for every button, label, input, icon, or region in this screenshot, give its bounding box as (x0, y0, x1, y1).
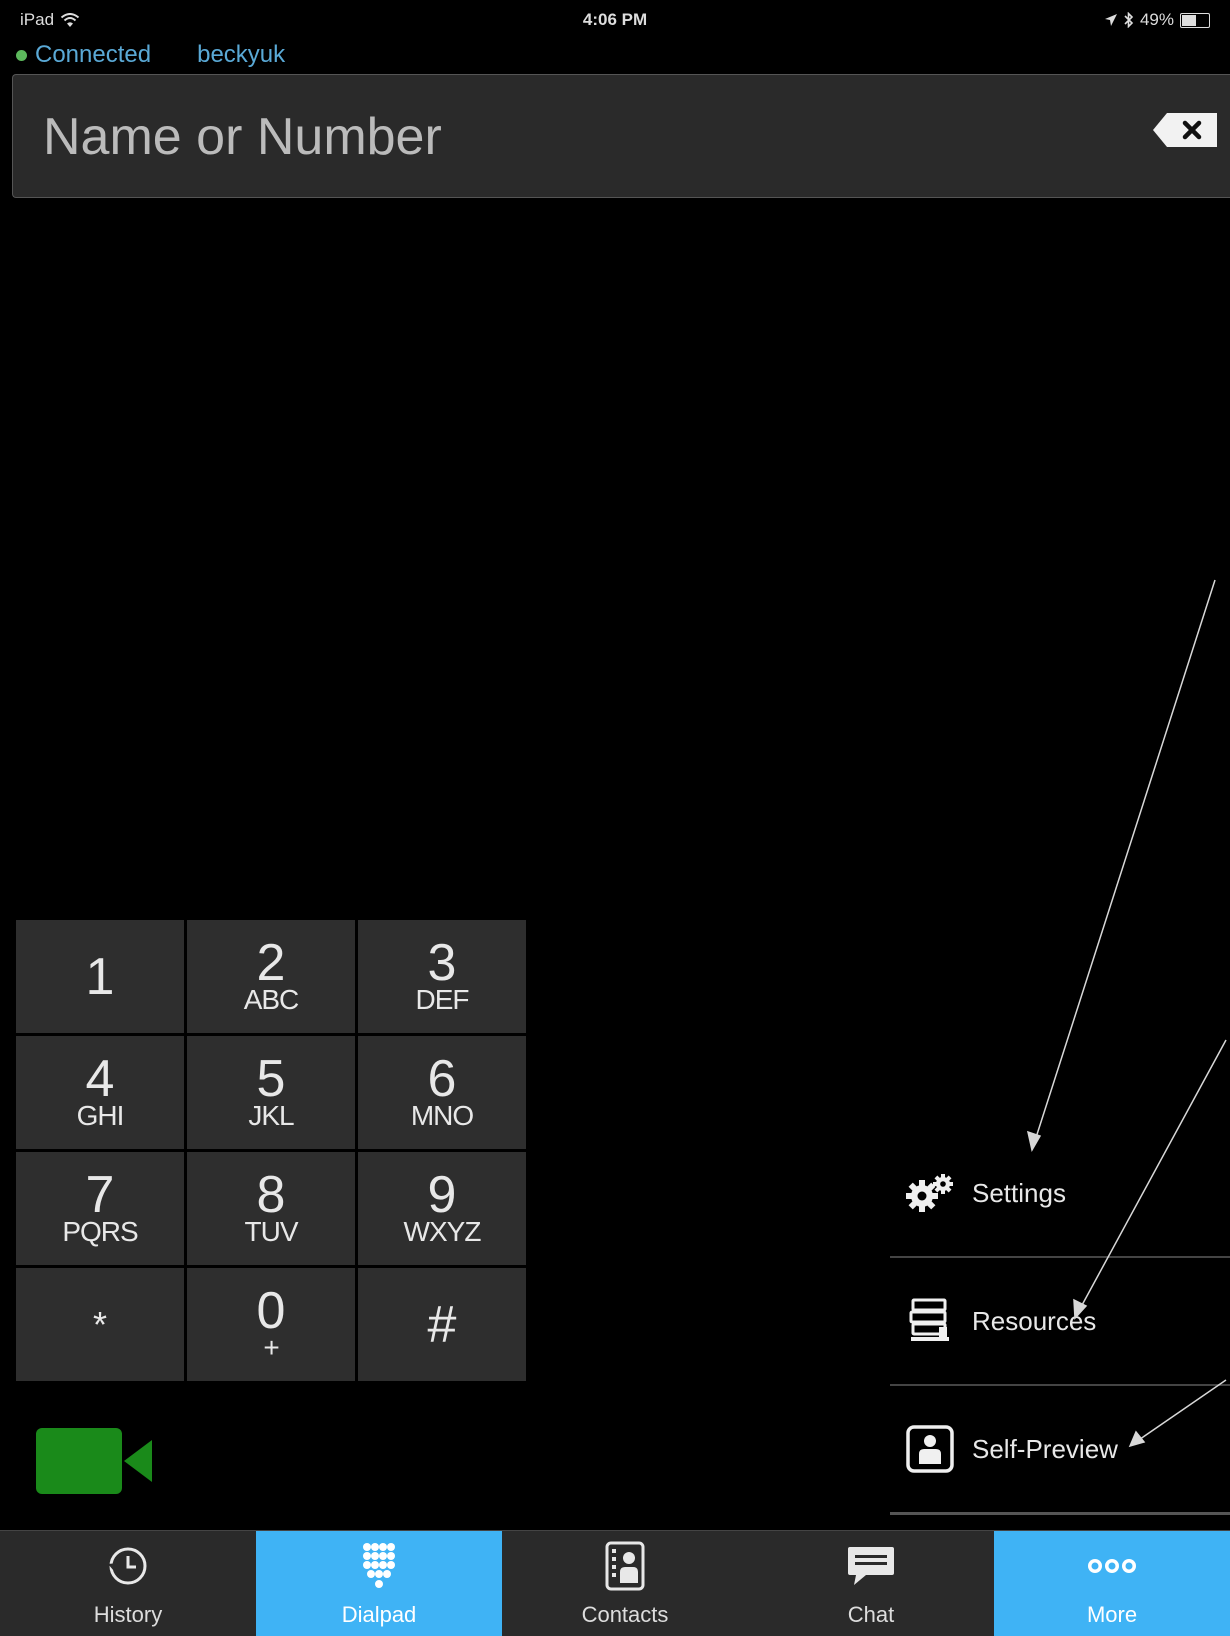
key-digit: 8 (256, 1165, 286, 1224)
key-digit: 7 (85, 1165, 115, 1224)
key-digit: 9 (427, 1165, 457, 1224)
key-digit: 3 (427, 933, 457, 992)
key-digit: 2 (256, 933, 286, 992)
key-2[interactable]: 2 ABC (187, 920, 355, 1033)
tab-label: History (93, 1601, 163, 1627)
clear-input-icon[interactable] (1153, 113, 1217, 147)
books-icon (902, 1293, 958, 1349)
key-digit: 4 (85, 1049, 115, 1108)
tab-label: Chat (847, 1601, 895, 1627)
connected-status-dot (16, 49, 27, 61)
tab-more[interactable]: More (994, 1531, 1230, 1636)
clock-time: 4:06 PM (582, 10, 648, 29)
chat-icon (846, 1540, 896, 1592)
key-digit: 0 (256, 1281, 286, 1340)
key-7[interactable]: 7 PQRS (16, 1152, 184, 1265)
tab-history[interactable]: History (0, 1531, 256, 1636)
tab-contacts[interactable]: Contacts (502, 1531, 748, 1636)
key-pound[interactable]: # (358, 1268, 526, 1381)
battery-icon (1180, 12, 1210, 28)
gears-icon (902, 1165, 958, 1221)
dialpad-keypad: 1 2 ABC 3 DEF 4 GHI 5 JKL 6 MNO 7 PQRS 8 TUV 9 WXYZ * 0 + # (16, 920, 526, 1381)
username: beckyuk (197, 41, 286, 68)
key-4[interactable]: 4 GHI (16, 1036, 184, 1149)
battery-percent: 49% (1139, 10, 1174, 29)
key-3[interactable]: 3 DEF (358, 920, 526, 1033)
connection-row: Connected beckyuk (16, 38, 285, 72)
key-star[interactable]: * (16, 1268, 184, 1381)
key-5[interactable]: 5 JKL (187, 1036, 355, 1149)
video-call-button[interactable] (36, 1428, 156, 1494)
more-dots-icon (1087, 1540, 1137, 1592)
menu-item-label: Self-Preview (972, 1433, 1118, 1464)
key-letters: DEF (415, 983, 470, 1015)
menu-item-resources[interactable]: Resources (890, 1258, 1230, 1386)
key-digit: 5 (256, 1049, 286, 1108)
key-letters: + (263, 1331, 279, 1363)
key-letters: GHI (76, 1099, 125, 1131)
connection-status: Connected (35, 41, 152, 68)
key-digit: # (427, 1295, 457, 1354)
status-right: 49% (1104, 10, 1210, 30)
tab-dialpad[interactable]: Dialpad (256, 1531, 502, 1636)
dial-search-box (12, 74, 1230, 198)
key-letters: ABC (243, 983, 300, 1015)
location-arrow-icon (1104, 14, 1117, 26)
arrow-to-settings (1031, 579, 1216, 1151)
key-digit: 6 (427, 1049, 457, 1108)
menu-item-label: Settings (972, 1177, 1066, 1208)
menu-item-settings[interactable]: Settings (890, 1130, 1230, 1258)
key-0[interactable]: 0 + (187, 1268, 355, 1381)
self-preview-icon (902, 1421, 958, 1477)
key-letters: PQRS (62, 1215, 138, 1247)
key-9[interactable]: 9 WXYZ (358, 1152, 526, 1265)
bluetooth-icon (1124, 12, 1134, 28)
more-menu: Settings Resources Self-Preview (890, 1130, 1230, 1515)
key-letters: TUV (244, 1215, 299, 1247)
key-6[interactable]: 6 MNO (358, 1036, 526, 1149)
key-letters: MNO (410, 1099, 474, 1131)
menu-item-label: Resources (972, 1305, 1097, 1336)
tab-label: Dialpad (341, 1601, 417, 1627)
key-letters: WXYZ (403, 1215, 482, 1247)
name-or-number-input[interactable] (41, 101, 1045, 173)
dialpad-icon (359, 1540, 399, 1592)
battery-level-fill (1182, 14, 1196, 26)
bottom-tab-bar: History Dialpad Contacts Chat More (0, 1530, 1230, 1636)
key-digit: 1 (85, 947, 115, 1006)
tab-chat[interactable]: Chat (748, 1531, 994, 1636)
key-1[interactable]: 1 (16, 920, 184, 1033)
key-8[interactable]: 8 TUV (187, 1152, 355, 1265)
key-digit: * (92, 1303, 107, 1345)
status-bar: iPad 4:06 PM 49% (0, 0, 1230, 36)
tab-label: More (1086, 1601, 1138, 1627)
clock-icon (106, 1540, 150, 1592)
key-letters: JKL (248, 1099, 294, 1131)
tab-label: Contacts (581, 1601, 669, 1627)
menu-item-self-preview[interactable]: Self-Preview (890, 1386, 1230, 1515)
contacts-icon (605, 1540, 645, 1592)
